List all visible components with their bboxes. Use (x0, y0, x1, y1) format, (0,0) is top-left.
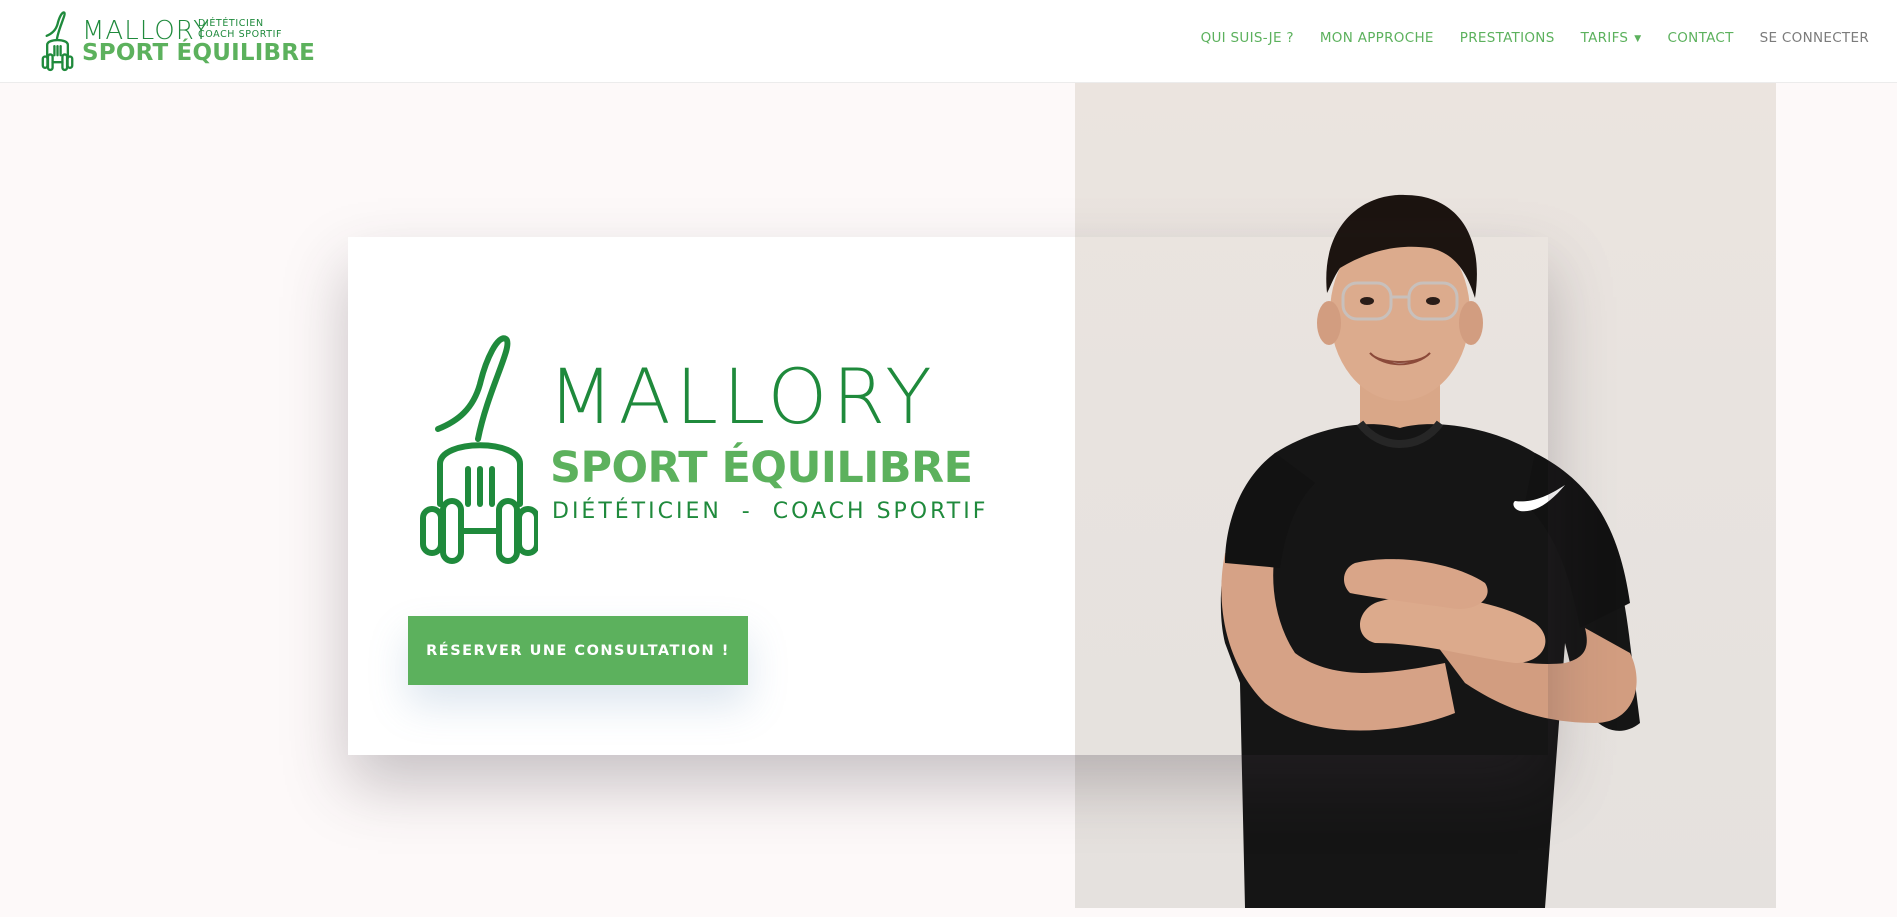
nav-item-tarifs-label: TARIFS (1580, 30, 1629, 46)
fork-dumbbell-icon (420, 335, 538, 564)
brand-tagline-line2: COACH SPORTIF (198, 29, 283, 40)
chevron-down-icon: ▼ (1634, 34, 1642, 44)
hero-card-overlay (1075, 237, 1548, 755)
book-consultation-button[interactable]: RÉSERVER UNE CONSULTATION ! (408, 616, 748, 685)
site-header: MALLORY DIÉTÉTICIEN COACH SPORTIF SPORT … (0, 0, 1897, 83)
hero-logo-name: MALLORY (548, 352, 937, 441)
fork-dumbbell-icon (41, 11, 74, 72)
hero-logo-subtitle: SPORT ÉQUILIBRE (550, 443, 973, 493)
brand-subtitle: SPORT ÉQUILIBRE (82, 40, 316, 66)
hero-card-panel: MALLORY SPORT ÉQUILIBRE DIÉTÉTICIEN - CO… (348, 237, 1075, 755)
hero-card: MALLORY SPORT ÉQUILIBRE DIÉTÉTICIEN - CO… (348, 237, 1548, 755)
main-nav: QUI SUIS-JE ? MON APPROCHE PRESTATIONS T… (1175, 30, 1869, 46)
nav-item-se-connecter[interactable]: SE CONNECTER (1760, 30, 1869, 46)
nav-item-prestations[interactable]: PRESTATIONS (1460, 30, 1555, 46)
nav-item-mon-approche[interactable]: MON APPROCHE (1320, 30, 1434, 46)
brand-logo-link[interactable]: MALLORY DIÉTÉTICIEN COACH SPORTIF SPORT … (40, 10, 315, 74)
nav-item-contact[interactable]: CONTACT (1668, 30, 1734, 46)
nav-item-tarifs[interactable]: TARIFS ▼ (1581, 30, 1642, 46)
brand-tagline-line1: DIÉTÉTICIEN (198, 18, 264, 29)
hero-logo: MALLORY SPORT ÉQUILIBRE DIÉTÉTICIEN - CO… (418, 329, 985, 579)
nav-item-qui-suis-je[interactable]: QUI SUIS-JE ? (1201, 30, 1294, 46)
hero-logo-tagline: DIÉTÉTICIEN - COACH SPORTIF (552, 499, 989, 524)
